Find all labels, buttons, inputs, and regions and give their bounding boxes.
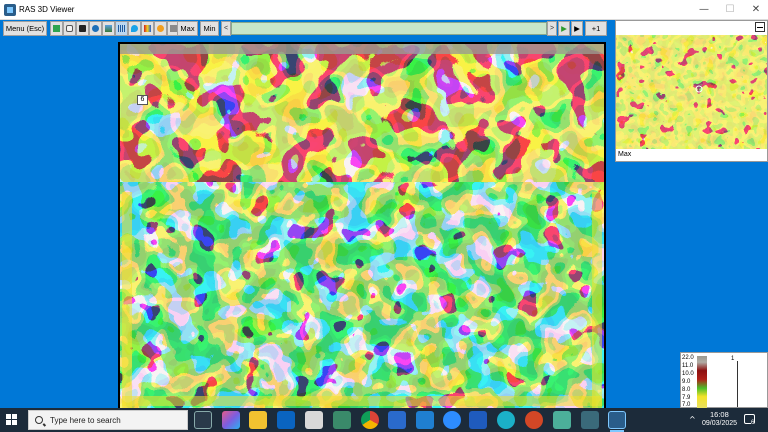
color-legend-icon[interactable]	[141, 21, 154, 36]
title-bar: RAS 3D Viewer — ☐ ✕	[0, 0, 768, 20]
tray-chevron-up-icon[interactable]: ^	[689, 415, 696, 424]
outlook-icon[interactable]	[277, 411, 295, 429]
search-icon	[35, 416, 43, 424]
ras-taskbar-icon[interactable]	[608, 411, 626, 429]
vscode-icon[interactable]	[416, 411, 434, 429]
globe-icon[interactable]	[89, 21, 102, 36]
legend-value-5: 7.9	[682, 395, 691, 401]
chrome-icon[interactable]	[361, 411, 379, 429]
viewer-toolbar: Menu (Esc) Max Min < > ▶ ▶ +1	[0, 20, 614, 38]
edge-icon[interactable]	[497, 411, 515, 429]
depth-legend: 22.0 11.0 10.0 9.0 8.0 7.9 7.0 1	[680, 352, 768, 408]
powerpoint-icon[interactable]	[525, 411, 543, 429]
palette-icon[interactable]	[154, 21, 167, 36]
notification-count: 6	[751, 420, 755, 426]
step-button[interactable]: +1	[585, 21, 607, 36]
legend-right-value: 1	[731, 356, 735, 362]
ras-app-icon	[4, 4, 16, 16]
legend-value-3: 9.0	[682, 379, 691, 385]
max-button[interactable]: Max	[177, 21, 198, 36]
select-arrow-icon[interactable]	[50, 21, 63, 36]
timeline-slider[interactable]	[231, 22, 547, 35]
legend-value-1: 11.0	[682, 363, 694, 369]
overview-header	[616, 21, 767, 34]
overview-mode-label: Max	[618, 151, 632, 158]
taskbar-search-box[interactable]: Type here to search	[28, 410, 188, 430]
timeline-prev-arrow[interactable]: <	[221, 21, 231, 36]
menu-button[interactable]: Menu (Esc)	[3, 21, 47, 36]
legend-value-0: 22.0	[682, 355, 694, 361]
legend-value-2: 10.0	[682, 371, 694, 377]
maximize-button[interactable]: ☐	[716, 1, 744, 19]
flood-depth-map	[120, 44, 604, 408]
windows-start-icon[interactable]	[6, 414, 18, 426]
overview-map[interactable]	[616, 35, 767, 149]
minimize-button[interactable]: —	[690, 1, 718, 19]
camera-icon[interactable]	[76, 21, 89, 36]
play-step-icon[interactable]: ▶	[571, 21, 583, 36]
clock-date[interactable]: 09/03/2025	[702, 420, 737, 427]
min-button[interactable]: Min	[200, 21, 219, 36]
play-button[interactable]: ▶	[558, 21, 570, 36]
close-button[interactable]: ✕	[742, 1, 768, 19]
legend-color-bar	[697, 356, 707, 408]
copilot-icon[interactable]	[222, 411, 240, 429]
grid-icon[interactable]	[115, 21, 128, 36]
pan-hand-icon[interactable]	[63, 21, 76, 36]
printer-app-icon[interactable]	[305, 411, 323, 429]
collapse-icon[interactable]	[755, 22, 765, 32]
task-view-icon[interactable]	[194, 411, 212, 429]
store-icon[interactable]	[388, 411, 406, 429]
overview-panel: Max	[615, 20, 768, 162]
file-explorer-icon[interactable]	[249, 411, 267, 429]
terrain-view[interactable]: 6	[118, 42, 606, 410]
legend-value-4: 8.0	[682, 387, 691, 393]
water-drop-icon[interactable]	[128, 21, 141, 36]
search-placeholder: Type here to search	[50, 416, 121, 425]
word-icon[interactable]	[469, 411, 487, 429]
taskbar: Type here to search ^ 16:08 09/03/2025 6	[0, 408, 768, 432]
tool-app-icon[interactable]	[333, 411, 351, 429]
timeline-next-arrow[interactable]: >	[547, 21, 557, 36]
zoom-icon[interactable]	[443, 411, 461, 429]
map-app-icon[interactable]	[553, 411, 571, 429]
terrain-icon[interactable]	[102, 21, 115, 36]
terminal-app-icon[interactable]	[581, 411, 599, 429]
legend-axis-line	[737, 361, 738, 407]
clock-time[interactable]: 16:08	[710, 410, 729, 419]
window-title: RAS 3D Viewer	[19, 5, 75, 14]
cross-section-marker[interactable]: 6	[137, 95, 148, 105]
